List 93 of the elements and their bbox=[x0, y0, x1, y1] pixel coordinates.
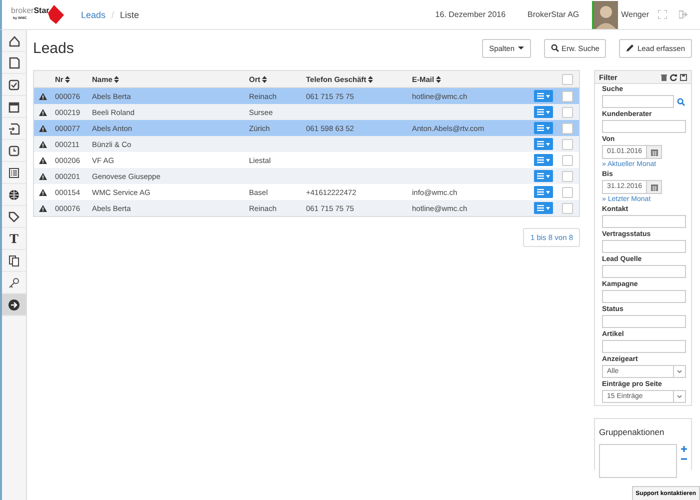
page-title: Leads bbox=[33, 40, 74, 56]
refresh-icon[interactable] bbox=[670, 74, 677, 80]
select-all-checkbox[interactable] bbox=[562, 74, 573, 84]
warning-icon bbox=[39, 204, 47, 212]
input-field[interactable] bbox=[602, 290, 686, 303]
pencil-icon bbox=[626, 44, 634, 52]
caret-icon bbox=[546, 110, 550, 114]
caret-icon bbox=[546, 142, 550, 146]
warning-icon bbox=[39, 140, 47, 148]
warning-icon bbox=[39, 188, 47, 196]
input-field[interactable] bbox=[602, 315, 686, 328]
caret-icon bbox=[518, 46, 524, 50]
minus-icon[interactable] bbox=[681, 458, 687, 460]
warning-icon bbox=[39, 92, 47, 100]
warning-icon bbox=[39, 124, 47, 132]
list-icon bbox=[537, 141, 544, 147]
row-actions-button[interactable] bbox=[534, 154, 553, 166]
sort-icon bbox=[114, 76, 120, 82]
search-icon bbox=[550, 44, 559, 52]
list-icon bbox=[537, 125, 544, 131]
caret-icon bbox=[546, 190, 550, 194]
breadcrumb-link[interactable]: Leads bbox=[81, 10, 106, 20]
sort-icon bbox=[262, 76, 268, 82]
list-icon bbox=[537, 189, 544, 195]
clock-icon bbox=[8, 144, 20, 156]
row-actions-button[interactable] bbox=[534, 122, 553, 134]
arrow-circle-icon bbox=[8, 298, 20, 310]
chevron-icon bbox=[677, 370, 682, 373]
list-icon bbox=[537, 205, 544, 211]
row-checkbox[interactable] bbox=[562, 122, 573, 134]
caret-icon bbox=[546, 158, 550, 162]
input-field[interactable] bbox=[602, 215, 686, 228]
company-name: BrokerStar AG bbox=[528, 10, 580, 19]
copy-icon bbox=[8, 254, 20, 266]
home-icon bbox=[8, 34, 20, 46]
group-actions-title: Gruppenaktionen bbox=[599, 427, 664, 437]
row-checkbox[interactable] bbox=[562, 202, 573, 214]
row-checkbox[interactable] bbox=[562, 138, 573, 150]
input-field[interactable] bbox=[602, 120, 686, 133]
warning-icon bbox=[39, 172, 47, 180]
calendar-icon bbox=[8, 100, 20, 112]
logo: brokerStar bbox=[11, 6, 50, 14]
list-icon bbox=[537, 173, 544, 179]
avatar-icon bbox=[592, 0, 618, 28]
input-field[interactable] bbox=[602, 340, 686, 353]
search-icon[interactable] bbox=[677, 98, 685, 106]
tag-icon bbox=[8, 210, 20, 222]
calendar-icon[interactable] bbox=[650, 184, 658, 190]
list-icon bbox=[8, 166, 20, 178]
row-checkbox[interactable] bbox=[562, 90, 573, 102]
logout-icon[interactable] bbox=[679, 10, 688, 19]
row-actions-button[interactable] bbox=[534, 90, 553, 102]
save-icon[interactable] bbox=[680, 74, 687, 80]
search-field[interactable] bbox=[602, 95, 674, 108]
caret-icon bbox=[546, 206, 550, 210]
row-actions-button[interactable] bbox=[534, 202, 553, 214]
chevron-icon bbox=[677, 395, 682, 398]
list-icon bbox=[537, 93, 544, 99]
caret-icon bbox=[546, 174, 550, 178]
caret-icon bbox=[546, 126, 550, 130]
warning-icon bbox=[39, 156, 47, 164]
sort-icon bbox=[65, 76, 70, 82]
breadcrumb-current: Liste bbox=[120, 10, 140, 20]
checkbox-icon bbox=[8, 78, 20, 90]
sidebar-item[interactable]: T bbox=[2, 228, 26, 250]
list-icon bbox=[537, 157, 544, 163]
list-icon bbox=[537, 109, 544, 115]
fullscreen-icon[interactable] bbox=[658, 10, 667, 19]
sort-icon bbox=[436, 76, 442, 82]
calendar-icon[interactable] bbox=[650, 148, 658, 156]
row-checkbox[interactable] bbox=[562, 106, 573, 118]
row-checkbox[interactable] bbox=[562, 154, 573, 166]
row-actions-button[interactable] bbox=[534, 186, 553, 198]
document-arrow-icon bbox=[8, 122, 20, 134]
row-checkbox[interactable] bbox=[562, 186, 573, 198]
caret-icon bbox=[546, 94, 550, 98]
globe-icon bbox=[8, 188, 20, 200]
input-field[interactable] bbox=[602, 265, 686, 278]
row-checkbox[interactable] bbox=[562, 170, 573, 182]
document-icon bbox=[8, 56, 20, 68]
sidebar-item[interactable] bbox=[2, 294, 26, 316]
sort-icon bbox=[368, 76, 374, 82]
date-text: 16. Dezember 2016 bbox=[435, 10, 506, 19]
user-name[interactable]: Wenger bbox=[621, 10, 649, 19]
row-actions-button[interactable] bbox=[534, 170, 553, 182]
trash-icon[interactable] bbox=[661, 74, 667, 80]
input-field[interactable] bbox=[602, 240, 686, 253]
key-icon bbox=[8, 276, 20, 288]
plus-icon[interactable] bbox=[681, 446, 687, 452]
breadcrumb-separator: / bbox=[112, 10, 114, 20]
row-actions-button[interactable] bbox=[534, 138, 553, 150]
row-actions-button[interactable] bbox=[534, 106, 553, 118]
warning-icon bbox=[39, 108, 47, 116]
